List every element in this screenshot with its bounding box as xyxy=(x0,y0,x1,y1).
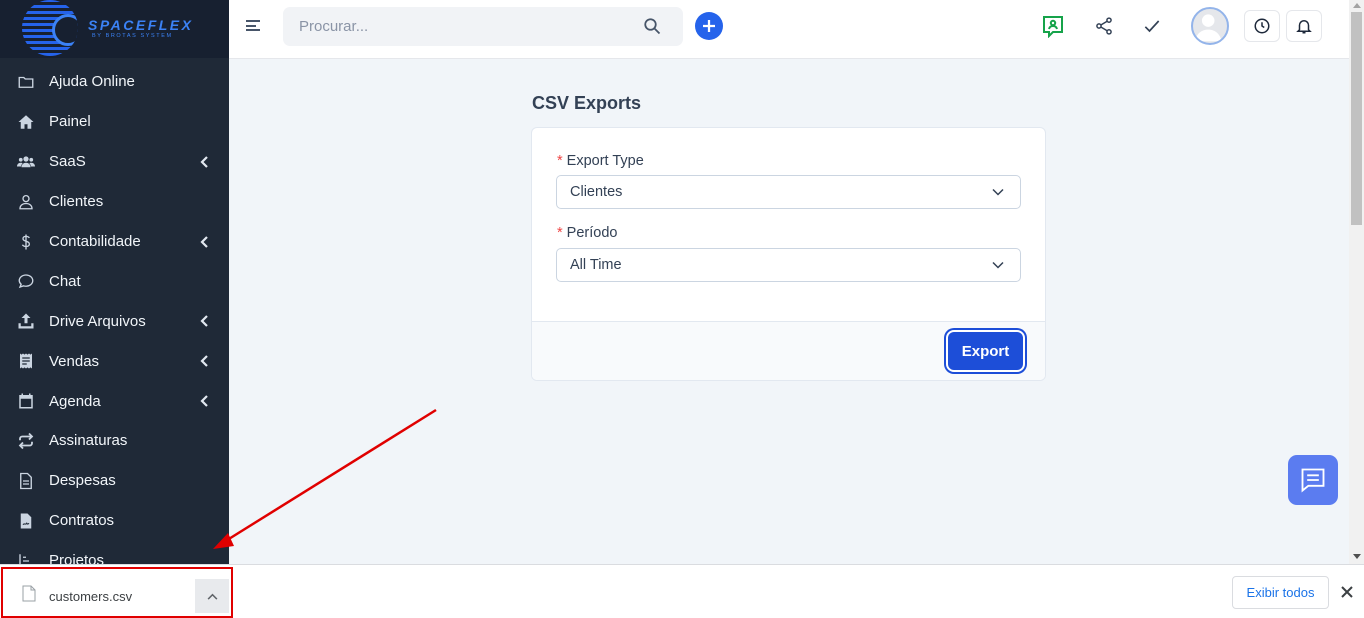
sidebar-item-contabilidade[interactable]: Contabilidade xyxy=(0,222,229,262)
sidebar-item-label: Contabilidade xyxy=(49,233,141,250)
sidebar-item-label: Assinaturas xyxy=(49,432,128,450)
chat-widget-button[interactable] xyxy=(1288,455,1338,505)
period-select[interactable]: All Time xyxy=(556,248,1021,282)
export-button[interactable]: Export xyxy=(948,332,1023,370)
close-icon[interactable] xyxy=(1339,584,1355,600)
calendar-icon xyxy=(17,392,35,410)
sidebar-item-label: Vendas xyxy=(49,352,100,370)
bell-icon xyxy=(1296,20,1312,34)
scroll-up-arrow-icon[interactable] xyxy=(1353,3,1361,8)
page-scrollbar[interactable] xyxy=(1349,0,1364,564)
sidebar-item-drive-arquivos[interactable]: Drive Arquivos xyxy=(0,301,229,341)
search-bar xyxy=(283,7,683,46)
check-icon[interactable] xyxy=(1140,14,1164,38)
period-value: All Time xyxy=(570,257,622,273)
sidebar: SPACEFLEX BY BROTAS SYSTEM Ajuda Online … xyxy=(0,0,229,564)
clock-icon xyxy=(1254,18,1270,34)
sidebar-item-label: Agenda xyxy=(49,392,101,410)
chevron-left-icon xyxy=(199,155,209,168)
clock-button[interactable] xyxy=(1244,10,1280,42)
folder-icon xyxy=(17,73,35,91)
message-icon xyxy=(1301,468,1325,493)
sidebar-item-saas[interactable]: SaaS xyxy=(0,142,229,182)
sidebar-item-chat[interactable]: Chat xyxy=(0,261,229,301)
export-type-label-text: Export Type xyxy=(566,153,644,169)
sidebar-item-label: Despesas xyxy=(49,472,116,490)
plus-icon xyxy=(703,20,715,32)
download-options-button[interactable] xyxy=(195,579,229,613)
sidebar-item-contratos[interactable]: Contratos xyxy=(0,501,229,541)
share-icon[interactable] xyxy=(1092,14,1116,38)
support-chat-icon[interactable] xyxy=(1041,14,1065,38)
sidebar-item-agenda[interactable]: Agenda xyxy=(0,381,229,421)
contract-icon xyxy=(17,512,35,530)
brand-name: SPACEFLEX xyxy=(88,17,194,34)
user-icon xyxy=(17,193,35,211)
download-bar: customers.csv Exibir todos xyxy=(0,564,1364,618)
avatar[interactable] xyxy=(1191,7,1229,45)
form-footer: Export xyxy=(532,321,1045,380)
sidebar-item-vendas[interactable]: Vendas xyxy=(0,341,229,381)
export-type-value: Clientes xyxy=(570,184,623,200)
spaceflex-logo-icon xyxy=(22,0,78,56)
search-input[interactable] xyxy=(299,18,629,35)
sidebar-item-label: Clientes xyxy=(49,193,104,211)
sidebar-item-label: SaaS xyxy=(49,153,86,171)
menu-icon[interactable] xyxy=(246,20,260,34)
logo[interactable]: SPACEFLEX BY BROTAS SYSTEM xyxy=(0,0,229,58)
chevron-down-icon xyxy=(992,261,1004,269)
document-icon xyxy=(17,472,35,490)
sidebar-menu: Ajuda Online Painel SaaS Clientes Contab… xyxy=(0,58,229,564)
export-type-select[interactable]: Clientes xyxy=(556,175,1021,209)
show-all-downloads-button[interactable]: Exibir todos xyxy=(1232,576,1329,609)
search-icon[interactable] xyxy=(643,17,661,35)
chevron-left-icon xyxy=(199,235,209,248)
chevron-left-icon xyxy=(199,395,209,407)
repeat-icon xyxy=(17,432,35,450)
sidebar-item-label: Painel xyxy=(49,113,91,131)
csv-export-form: * Export Type Clientes * Período All Time … xyxy=(531,127,1046,381)
sidebar-item-painel[interactable]: Painel xyxy=(0,102,229,142)
file-icon xyxy=(22,585,36,602)
chevron-down-icon xyxy=(992,188,1004,196)
chevron-left-icon xyxy=(199,355,209,367)
users-icon xyxy=(17,153,35,171)
sidebar-item-ajuda-online[interactable]: Ajuda Online xyxy=(0,62,229,102)
add-button[interactable] xyxy=(695,12,723,40)
sidebar-item-label: Ajuda Online xyxy=(49,73,135,91)
period-label-text: Período xyxy=(566,225,618,241)
chevron-up-icon xyxy=(207,593,217,600)
scroll-thumb[interactable] xyxy=(1351,12,1362,225)
receipt-icon xyxy=(17,352,35,370)
upload-icon xyxy=(17,312,35,330)
page-title: CSV Exports xyxy=(532,93,642,113)
brand-tagline: BY BROTAS SYSTEM xyxy=(92,33,173,40)
export-type-label: * Export Type xyxy=(557,153,644,169)
sidebar-item-label: Contratos xyxy=(49,512,115,530)
sidebar-item-label: Chat xyxy=(49,272,81,290)
period-label: * Período xyxy=(557,225,617,241)
notifications-button[interactable] xyxy=(1286,10,1322,42)
home-icon xyxy=(17,113,35,131)
required-marker: * xyxy=(557,153,563,169)
download-file-name: customers.csv xyxy=(49,589,133,604)
required-marker: * xyxy=(557,225,563,241)
sidebar-item-label: Drive Arquivos xyxy=(49,312,146,330)
chart-icon xyxy=(17,552,35,564)
dollar-icon xyxy=(17,233,35,251)
top-header xyxy=(229,0,1349,59)
sidebar-item-despesas[interactable]: Despesas xyxy=(0,461,229,501)
sidebar-item-projetos[interactable]: Projetos xyxy=(0,541,229,564)
scroll-down-arrow-icon[interactable] xyxy=(1353,554,1361,559)
chevron-left-icon xyxy=(199,315,209,328)
sidebar-item-clientes[interactable]: Clientes xyxy=(0,182,229,222)
sidebar-item-label: Projetos xyxy=(49,552,105,564)
sidebar-item-assinaturas[interactable]: Assinaturas xyxy=(0,421,229,461)
chat-bubble-icon xyxy=(17,272,35,290)
download-item[interactable]: customers.csv xyxy=(1,567,233,618)
